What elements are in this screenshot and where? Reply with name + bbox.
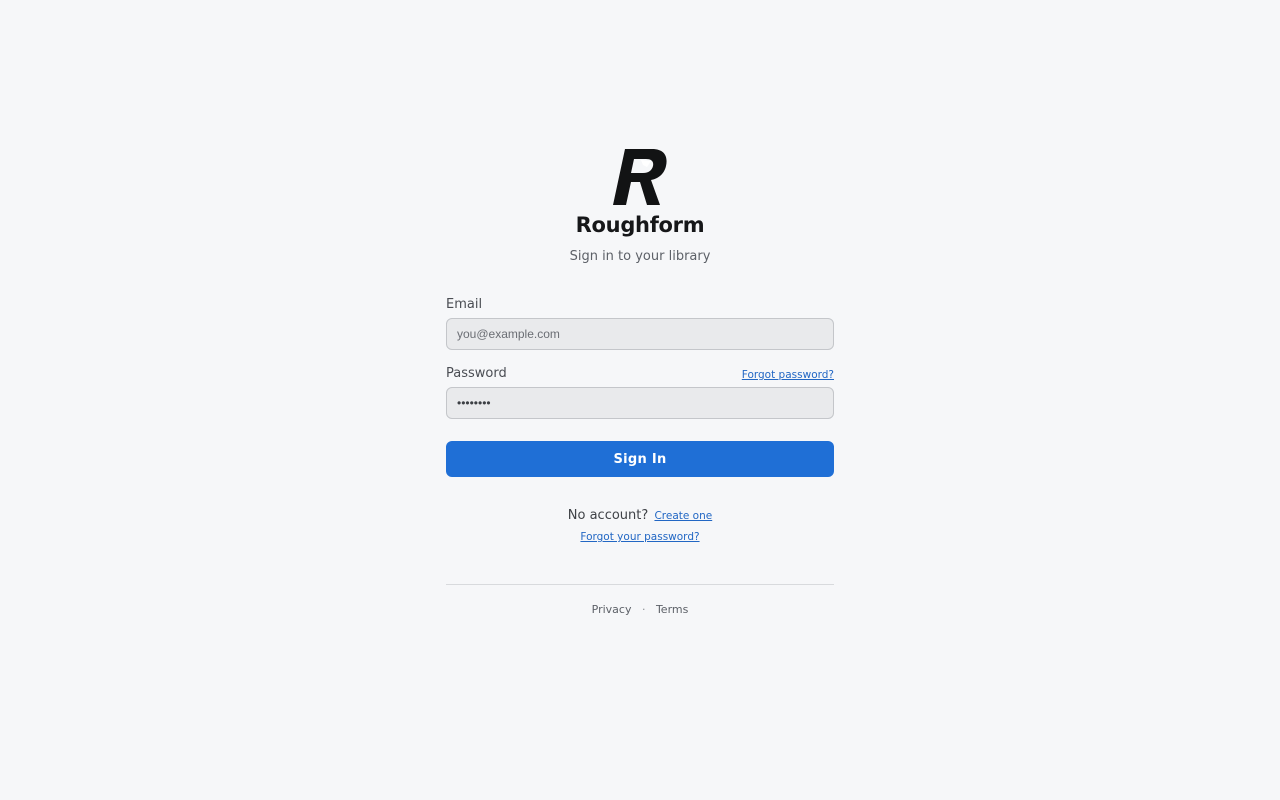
- email-input[interactable]: [446, 318, 834, 350]
- alternate-links: No account? Create one Forgot your passw…: [446, 507, 834, 544]
- no-account-text: No account?: [567, 508, 649, 523]
- email-label: Email: [446, 297, 483, 312]
- footer: Privacy · Terms: [446, 603, 834, 617]
- terms-link[interactable]: Terms: [656, 603, 688, 616]
- create-account-link[interactable]: Create one: [654, 510, 712, 522]
- password-label-row: Password Forgot password?: [446, 366, 834, 382]
- forgot-password-link[interactable]: Forgot password?: [742, 368, 834, 382]
- footer-separator: ·: [641, 603, 646, 616]
- brand-header: Roughform Sign in to your library: [446, 146, 834, 266]
- password-label: Password: [446, 366, 507, 381]
- footer-divider: [446, 584, 834, 585]
- forgot-row: Forgot your password?: [446, 527, 834, 544]
- forgot-your-password-link[interactable]: Forgot your password?: [580, 531, 699, 543]
- roughform-logo-icon: [613, 149, 667, 205]
- email-label-row: Email: [446, 297, 834, 313]
- password-input[interactable]: [446, 387, 834, 419]
- sign-in-button[interactable]: Sign In: [446, 441, 834, 477]
- sign-in-form: Email Password Forgot password? Sign In: [446, 297, 834, 477]
- no-account-row: No account? Create one: [446, 507, 834, 525]
- login-card: Roughform Sign in to your library Email …: [446, 146, 834, 617]
- login-page: Roughform Sign in to your library Email …: [0, 0, 1280, 800]
- tagline: Sign in to your library: [569, 249, 711, 264]
- privacy-link[interactable]: Privacy: [592, 603, 632, 616]
- brand-name: Roughform: [575, 213, 705, 237]
